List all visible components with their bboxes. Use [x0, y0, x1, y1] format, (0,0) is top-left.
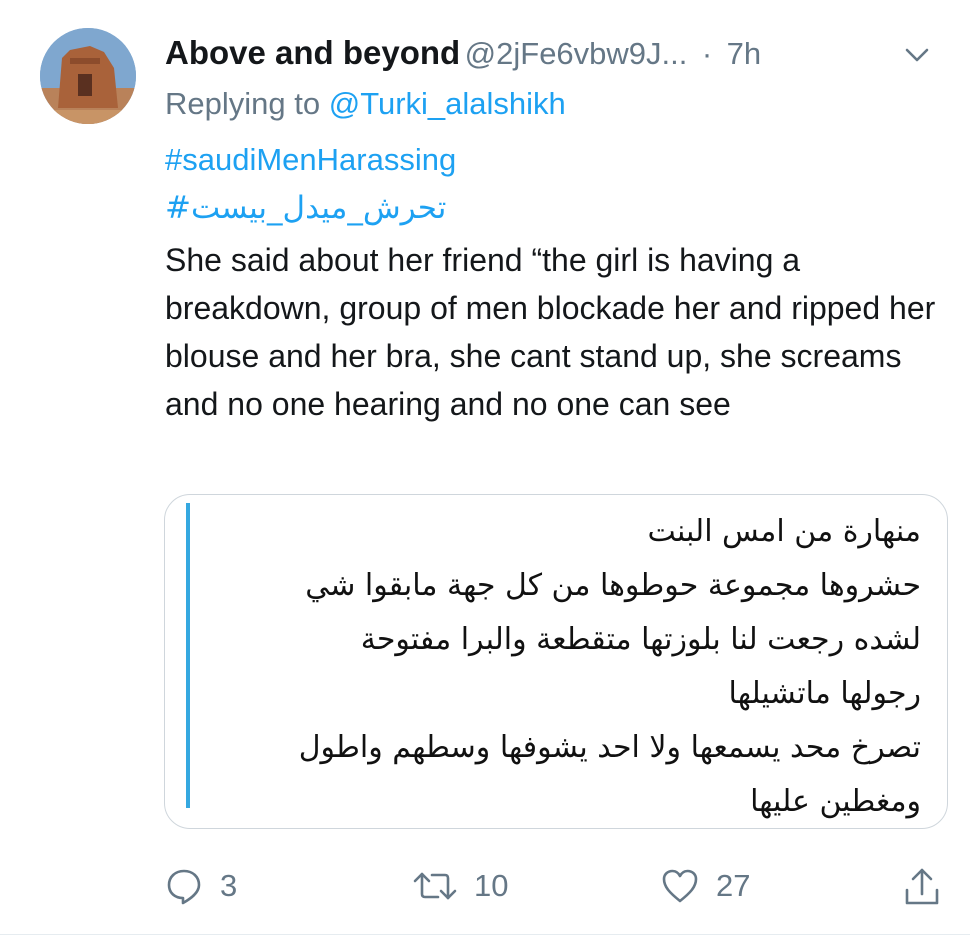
share-button[interactable]: [902, 866, 942, 908]
chevron-down-icon[interactable]: [902, 40, 932, 70]
image-text-line: ومغطين عليها: [750, 784, 921, 819]
hashtag-link[interactable]: #تحرش_ميدل_بيست: [165, 190, 446, 226]
author-handle[interactable]: @2jFe6vbw9J...: [465, 36, 688, 71]
avatar[interactable]: [40, 28, 136, 124]
replying-prefix: Replying to: [165, 86, 321, 121]
image-text-line: تصرخ محد يسمعها ولا احد يشوفها وسطهم واط…: [298, 730, 921, 765]
image-text-line: لشده رجعت لنا بلوزتها متقطعة والبرا مفتو…: [360, 622, 921, 657]
reply-icon: [164, 866, 204, 906]
tweet-actions: 3 10 27: [160, 866, 950, 916]
like-count: 27: [716, 868, 751, 903]
timestamp[interactable]: 7h: [727, 36, 761, 71]
heart-icon: [660, 866, 700, 906]
author-name[interactable]: Above and beyond: [165, 34, 460, 71]
share-icon: [902, 866, 942, 908]
tweet-text: She said about her friend “the girl is h…: [165, 242, 936, 422]
image-text-line: حشروها مجموعة حوطوها من كل جهة مابقوا شي: [305, 568, 921, 603]
retweet-count: 10: [474, 868, 509, 903]
hashtag-link[interactable]: #saudiMenHarassing: [165, 142, 456, 178]
image-text: منهارة من امس البنت حشروها مجموعة حوطوها…: [201, 505, 921, 828]
tweet-header: Above and beyond @2jFe6vbw9J... · 7h: [165, 34, 950, 78]
quote-accent-bar: [186, 503, 190, 808]
attached-image[interactable]: منهارة من امس البنت حشروها مجموعة حوطوها…: [164, 494, 948, 829]
reply-count: 3: [220, 868, 238, 903]
image-text-line: رجولها ماتشيلها: [728, 676, 921, 711]
avatar-image: [40, 28, 136, 124]
separator-dot: ·: [701, 36, 713, 71]
replying-to-line: Replying to @Turki_alalshikh: [165, 86, 566, 122]
like-button[interactable]: 27: [660, 866, 750, 906]
retweet-button[interactable]: 10: [412, 866, 508, 906]
image-text-line: منهارة من امس البنت: [647, 514, 921, 549]
tweet: Above and beyond @2jFe6vbw9J... · 7h Rep…: [0, 0, 970, 935]
reply-button[interactable]: 3: [164, 866, 237, 906]
replying-to-link[interactable]: @Turki_alalshikh: [329, 86, 566, 121]
retweet-icon: [412, 866, 458, 906]
